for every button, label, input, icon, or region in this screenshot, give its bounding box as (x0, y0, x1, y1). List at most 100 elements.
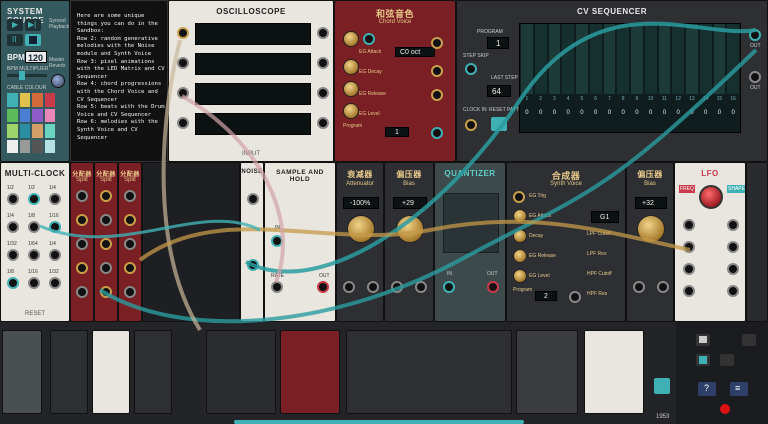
attack-knob[interactable] (343, 31, 359, 47)
quantizer-keyboard[interactable] (443, 193, 499, 253)
noise-out-jack[interactable] (247, 259, 259, 271)
colour-swatch[interactable] (19, 108, 30, 122)
save-button[interactable] (696, 354, 710, 366)
split-jack[interactable] (124, 238, 136, 250)
scope-input-jack[interactable] (177, 57, 189, 69)
seq-out-jack-2[interactable] (749, 71, 761, 83)
step-bar[interactable] (727, 24, 739, 94)
bpm-multiplier-slider[interactable] (7, 71, 47, 80)
seq-program-display[interactable]: 1 (487, 37, 509, 49)
colour-swatch[interactable] (7, 108, 18, 122)
step-bar[interactable] (576, 24, 588, 94)
clock-out-jack[interactable] (28, 193, 40, 205)
synth-release-knob[interactable] (513, 249, 527, 263)
colour-swatch[interactable] (44, 93, 55, 107)
bias2-in-jack[interactable] (633, 281, 645, 293)
bias-out-jack[interactable] (415, 281, 427, 293)
undo-button[interactable] (720, 354, 734, 366)
slider-handle[interactable] (19, 71, 25, 80)
program-display[interactable]: 1 (385, 127, 409, 137)
step-bar[interactable] (631, 24, 643, 94)
bias-in-jack[interactable] (391, 281, 403, 293)
lfo-out-jack[interactable] (683, 285, 695, 297)
split-jack[interactable] (100, 214, 112, 226)
colour-swatch[interactable] (7, 139, 18, 153)
colour-swatch[interactable] (19, 93, 30, 107)
colour-swatch[interactable] (7, 93, 18, 107)
release-knob[interactable] (343, 81, 359, 97)
lfo-out-jack[interactable] (683, 219, 695, 231)
colour-swatch[interactable] (32, 124, 43, 138)
colour-swatch[interactable] (32, 93, 43, 107)
split-jack[interactable] (100, 190, 112, 202)
clock-out-jack[interactable] (7, 193, 19, 205)
scope-input-jack[interactable] (317, 87, 329, 99)
lfo-out-jack[interactable] (727, 285, 739, 297)
split-jack[interactable] (76, 238, 88, 250)
step-bar[interactable] (699, 24, 712, 94)
bias2-knob[interactable] (637, 215, 665, 243)
sh-rate-jack[interactable] (271, 281, 283, 293)
split-jack[interactable] (100, 238, 112, 250)
pause-button[interactable]: II (7, 34, 23, 46)
step-bar[interactable] (534, 24, 547, 94)
clock-out-jack[interactable] (49, 193, 61, 205)
colour-swatch[interactable] (19, 124, 30, 138)
split-jack[interactable] (124, 262, 136, 274)
chord-out-jack[interactable] (431, 127, 443, 139)
clock-out-jack[interactable] (7, 249, 19, 261)
synth-out-jack[interactable] (569, 291, 581, 303)
stop-button[interactable] (25, 34, 41, 46)
rack-scrollbar[interactable] (234, 420, 524, 424)
lfo-out-jack[interactable] (727, 241, 739, 253)
clock-out-jack[interactable] (28, 277, 40, 289)
lfo-out-jack[interactable] (727, 263, 739, 275)
clock-out-jack[interactable] (49, 277, 61, 289)
clock-out-jack[interactable] (28, 249, 40, 261)
scope-input-jack[interactable] (177, 87, 189, 99)
step-bar[interactable] (589, 24, 602, 94)
noise-out-jack[interactable] (247, 193, 259, 205)
last-step-display[interactable]: 64 (487, 85, 511, 97)
redo-button[interactable] (742, 334, 756, 346)
colour-swatch[interactable] (19, 139, 30, 153)
scope-input-jack[interactable] (317, 27, 329, 39)
chord-cv-jack[interactable] (431, 89, 443, 101)
bpm-display[interactable]: 120 (25, 51, 47, 63)
step-bar[interactable] (658, 24, 671, 94)
attenuator-out-jack[interactable] (367, 281, 379, 293)
step-bar[interactable] (713, 24, 726, 94)
split-jack[interactable] (124, 286, 136, 298)
attenuator-knob[interactable] (347, 215, 375, 243)
colour-swatch[interactable] (32, 139, 43, 153)
split-jack[interactable] (76, 214, 88, 226)
step-bar[interactable] (617, 24, 629, 94)
reset-pattern-button[interactable] (491, 117, 507, 131)
split-jack[interactable] (100, 262, 112, 274)
quantizer-in-jack[interactable] (443, 281, 455, 293)
lfo-freq-knob[interactable] (699, 185, 723, 209)
lfo-out-jack[interactable] (727, 219, 739, 231)
step-bar[interactable] (672, 24, 684, 94)
step-bar[interactable] (603, 24, 616, 94)
bias2-out-jack[interactable] (657, 281, 669, 293)
colour-swatch[interactable] (44, 108, 55, 122)
seq-out-jack-1[interactable] (749, 29, 761, 41)
skip-button[interactable]: ▶| (25, 19, 41, 31)
step-bar[interactable] (548, 24, 561, 94)
colour-swatch[interactable] (44, 124, 55, 138)
colour-swatch[interactable] (44, 139, 55, 153)
scope-input-jack[interactable] (177, 27, 189, 39)
add-module-button[interactable] (654, 378, 670, 394)
bias-knob[interactable] (396, 215, 424, 243)
step-bar[interactable] (686, 24, 698, 94)
sh-in-jack[interactable] (271, 235, 283, 247)
level-knob[interactable] (343, 103, 359, 119)
quantizer-out-jack[interactable] (487, 281, 499, 293)
split-jack[interactable] (100, 286, 112, 298)
sh-out-jack[interactable] (317, 281, 329, 293)
synth-program-display[interactable]: 2 (535, 291, 557, 301)
split-jack[interactable] (76, 190, 88, 202)
synth-trig-jack[interactable] (513, 191, 525, 203)
scope-input-jack[interactable] (317, 57, 329, 69)
